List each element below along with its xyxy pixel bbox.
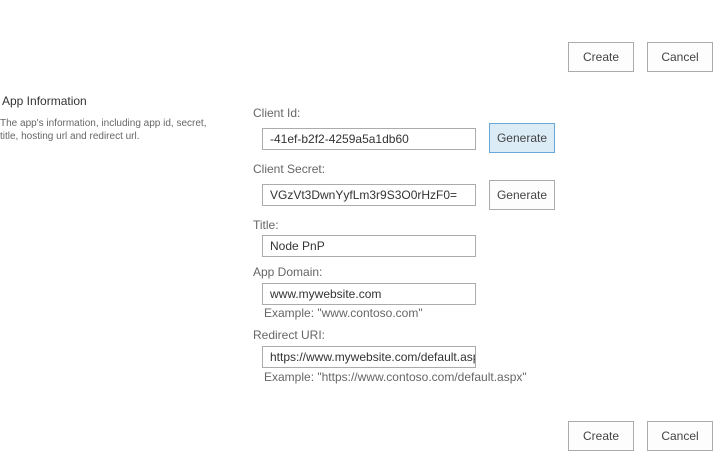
client-secret-input[interactable]: VGzVt3DwnYyfLm3r9S3O0rHzF0= [262, 184, 476, 206]
cancel-button-bottom[interactable]: Cancel [647, 421, 713, 451]
title-label: Title: [253, 218, 279, 232]
create-button-bottom[interactable]: Create [568, 421, 634, 451]
generate-client-id-button[interactable]: Generate [489, 123, 555, 153]
app-domain-label: App Domain: [253, 265, 323, 279]
client-secret-label: Client Secret: [253, 162, 326, 176]
section-title: App Information [2, 94, 87, 108]
section-description: The app's information, including app id,… [0, 117, 230, 143]
app-domain-input[interactable]: www.mywebsite.com [262, 283, 476, 305]
redirect-uri-input[interactable]: https://www.mywebsite.com/default.aspx [262, 346, 476, 368]
section-description-line: title, hosting url and redirect url. [0, 131, 140, 142]
client-id-input[interactable]: -41ef-b2f2-4259a5a1db60 [262, 128, 476, 150]
title-input[interactable]: Node PnP [262, 235, 476, 257]
client-id-label: Client Id: [253, 106, 301, 120]
create-button-top[interactable]: Create [568, 42, 634, 72]
cancel-button-top[interactable]: Cancel [647, 42, 713, 72]
redirect-uri-label: Redirect URI: [253, 328, 326, 342]
app-domain-example: Example: "www.contoso.com" [264, 306, 423, 320]
redirect-uri-example: Example: "https://www.contoso.com/defaul… [264, 370, 527, 384]
generate-client-secret-button[interactable]: Generate [489, 180, 555, 210]
section-description-line: The app's information, including app id,… [0, 118, 207, 129]
